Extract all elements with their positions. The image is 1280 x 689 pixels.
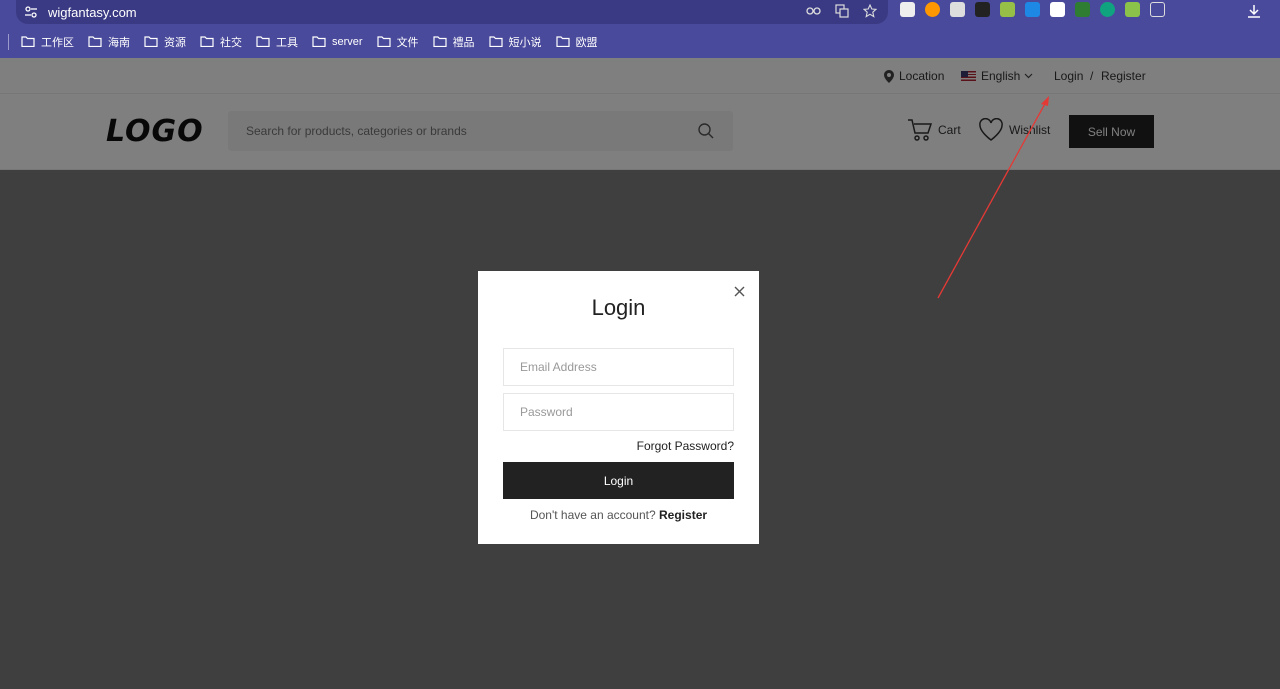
shopify-extension-icon[interactable] xyxy=(1000,2,1015,17)
no-account-text: Don't have an account? xyxy=(529,508,656,522)
url-text: wigfantasy.com xyxy=(48,4,137,20)
folder-icon xyxy=(312,36,326,47)
browser-toolbar: wigfantasy.com xyxy=(0,0,1280,25)
folder-icon xyxy=(200,36,214,47)
bookmarks-bar: 工作区 海南 资源 社交 工具 server 文件 禮品 短小说 欧盟 xyxy=(0,25,1280,58)
pdf-extension-icon[interactable] xyxy=(950,2,965,17)
bookmark-folder[interactable]: 工作区 xyxy=(21,34,74,50)
folder-icon xyxy=(144,36,158,47)
extension-icon[interactable] xyxy=(1125,2,1140,17)
folder-icon xyxy=(488,36,503,47)
address-bar[interactable]: wigfantasy.com xyxy=(16,0,888,24)
bookmark-folder[interactable]: 社交 xyxy=(200,34,242,50)
bookmark-star-icon[interactable] xyxy=(862,3,878,19)
bookmark-folder[interactable]: 欧盟 xyxy=(555,34,598,50)
login-button[interactable]: Login xyxy=(503,462,734,499)
extensions-bar xyxy=(900,2,1165,17)
folder-icon xyxy=(88,36,102,47)
folder-icon xyxy=(21,36,35,47)
password-key-icon[interactable] xyxy=(806,3,822,19)
extension-icon[interactable] xyxy=(1075,2,1090,17)
forgot-password-link[interactable]: Forgot Password? xyxy=(637,439,734,453)
folder-icon xyxy=(555,36,570,47)
bookmark-folder[interactable]: 资源 xyxy=(144,34,186,50)
g-extension-icon[interactable] xyxy=(1050,2,1065,17)
extension-icon[interactable] xyxy=(1025,2,1040,17)
extension-icon[interactable] xyxy=(925,2,940,17)
modal-title: Login xyxy=(591,295,646,320)
bookmark-folder[interactable]: 文件 xyxy=(376,34,419,50)
bookmark-folder[interactable]: 禮品 xyxy=(432,34,475,50)
chatgpt-extension-icon[interactable] xyxy=(1100,2,1115,17)
bookmarks-divider xyxy=(8,33,9,50)
password-field[interactable] xyxy=(503,393,734,431)
register-prompt: Don't have an account? Register xyxy=(478,508,759,522)
download-icon[interactable] xyxy=(1246,3,1262,24)
bookmark-folder[interactable]: 海南 xyxy=(88,34,130,50)
translate-icon[interactable] xyxy=(834,3,850,19)
folder-icon xyxy=(256,36,270,47)
email-field[interactable] xyxy=(503,348,734,386)
bookmark-folder[interactable]: 短小说 xyxy=(488,34,542,50)
extension-icon[interactable] xyxy=(975,2,990,17)
extensions-puzzle-icon[interactable] xyxy=(1150,2,1165,17)
folder-icon xyxy=(432,36,447,47)
qr-extension-icon[interactable] xyxy=(900,2,915,17)
bookmark-folder[interactable]: 工具 xyxy=(256,34,298,50)
site-settings-icon[interactable] xyxy=(24,5,38,19)
modal-register-link[interactable]: Register xyxy=(659,508,707,522)
folder-icon xyxy=(376,36,391,47)
bookmark-folder[interactable]: server xyxy=(312,36,363,48)
login-modal: Login Forgot Password? Login Don't have … xyxy=(478,271,759,544)
